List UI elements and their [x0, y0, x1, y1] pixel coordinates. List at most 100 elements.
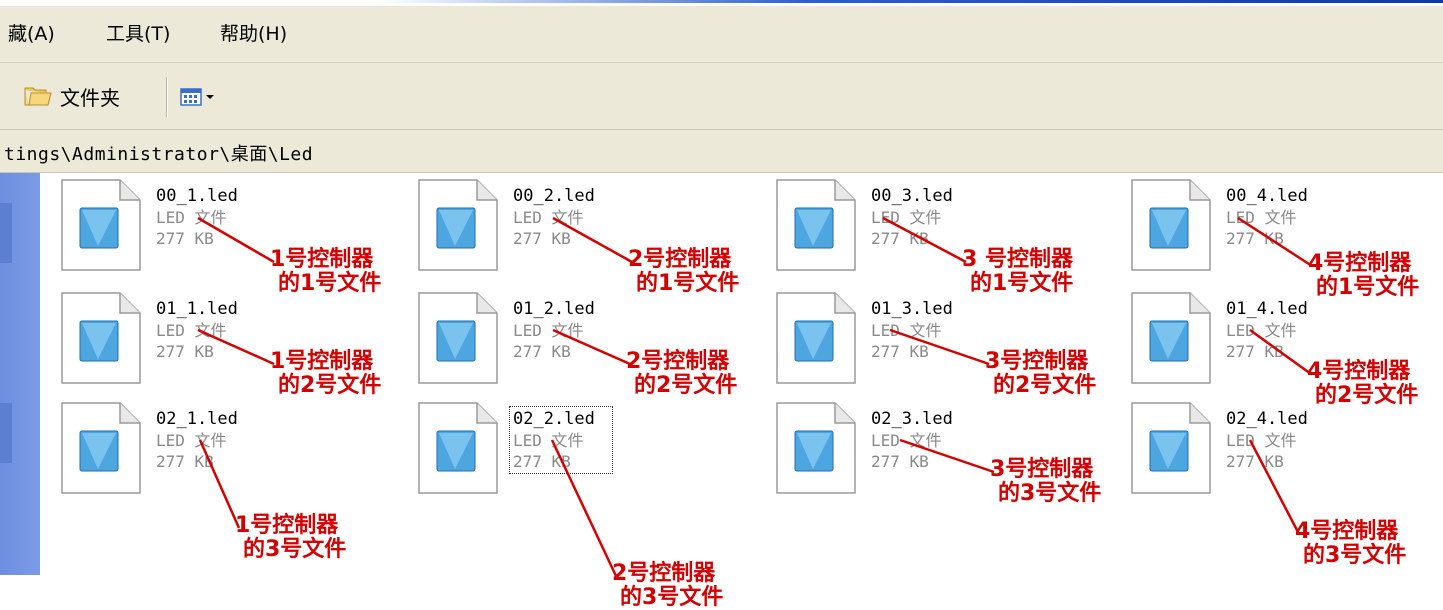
dropdown-arrow-icon [206, 95, 214, 99]
annotation-line-2: 的3号文件 [998, 481, 1102, 506]
annotation-line-1: 3号控制器 [990, 457, 1094, 482]
led-file-icon [776, 292, 856, 384]
led-file-icon [1131, 402, 1211, 494]
annotation-line-2: 的2号文件 [278, 373, 382, 398]
led-file-icon [61, 179, 141, 271]
file-name: 02_1.led [156, 409, 238, 429]
task-pane-notch [0, 403, 12, 463]
file-size: 277 KB [513, 452, 571, 471]
annotation-line-2: 的2号文件 [634, 373, 738, 398]
annotation-label: 2号控制器 的1号文件 [628, 248, 739, 296]
annotation-line-2: 的1号文件 [1316, 275, 1420, 300]
file-name: 01_3.led [871, 299, 953, 319]
file-size: 277 KB [156, 452, 214, 471]
annotation-label: 1号控制器 的2号文件 [270, 350, 381, 398]
title-bar-fragment [380, 0, 1443, 3]
file-name: 01_2.led [513, 299, 595, 319]
annotation-label: 2号控制器 的3号文件 [612, 562, 723, 610]
annotation-line-1: 1号控制器 [270, 247, 374, 272]
led-file-icon [1131, 292, 1211, 384]
file-name: 01_4.led [1226, 299, 1308, 319]
address-path: tings\Administrator\桌面\Led [4, 144, 314, 165]
annotation-line-2: 的1号文件 [278, 271, 382, 296]
task-pane [0, 173, 42, 575]
file-size: 277 KB [1226, 342, 1284, 361]
file-size: 277 KB [1226, 452, 1284, 471]
annotation-label: 3 号控制器 的1号文件 [962, 248, 1073, 296]
file-name: 02_2.led [513, 409, 595, 429]
file-type: LED 文件 [513, 431, 584, 450]
led-file-icon [1131, 179, 1211, 271]
annotation-line-2: 的2号文件 [1315, 383, 1419, 408]
file-size: 277 KB [1226, 229, 1284, 248]
folders-button[interactable]: 文件夹 [24, 81, 120, 111]
led-file-icon [61, 292, 141, 384]
annotation-label: 2号控制器 的2号文件 [626, 350, 737, 398]
file-item[interactable]: 02_1.led LED 文件 277 KB [58, 401, 398, 501]
annotation-label: 1号控制器 的1号文件 [270, 248, 381, 296]
file-size: 277 KB [513, 342, 571, 361]
toolbar: 文件夹 [0, 63, 1443, 130]
annotation-line-1: 1号控制器 [235, 513, 339, 538]
annotation-line-2: 的2号文件 [993, 373, 1097, 398]
annotation-line-1: 3号控制器 [985, 349, 1089, 374]
annotation-line-1: 2号控制器 [626, 349, 730, 374]
file-size: 277 KB [513, 229, 571, 248]
file-name: 02_3.led [871, 409, 953, 429]
file-type: LED 文件 [871, 208, 942, 227]
annotation-label: 3号控制器 的2号文件 [985, 350, 1096, 398]
annotation-line-2: 的1号文件 [636, 271, 740, 296]
file-type: LED 文件 [1226, 321, 1297, 340]
file-name: 00_3.led [871, 186, 953, 206]
file-type: LED 文件 [1226, 431, 1297, 450]
led-file-icon [418, 402, 498, 494]
file-size: 277 KB [156, 342, 214, 361]
file-size: 277 KB [871, 342, 929, 361]
annotation-label: 3号控制器 的3号文件 [990, 458, 1101, 506]
annotation-label: 4号控制器 的3号文件 [1295, 520, 1406, 568]
file-name: 00_4.led [1226, 186, 1308, 206]
address-bar[interactable]: tings\Administrator\桌面\Led [0, 130, 1443, 173]
annotation-label: 4号控制器 的2号文件 [1307, 360, 1418, 408]
views-button[interactable] [180, 83, 215, 111]
led-file-icon [61, 402, 141, 494]
file-type: LED 文件 [513, 321, 584, 340]
annotation-line-1: 3 号控制器 [962, 247, 1073, 272]
annotation-line-2: 的3号文件 [243, 537, 347, 562]
toolbar-separator [166, 77, 167, 117]
file-name: 02_4.led [1226, 409, 1308, 429]
file-type: LED 文件 [513, 208, 584, 227]
menu-tools[interactable]: 工具(T) [106, 23, 170, 45]
led-file-icon [776, 402, 856, 494]
file-size: 277 KB [871, 452, 929, 471]
file-size: 277 KB [871, 229, 929, 248]
file-type: LED 文件 [1226, 208, 1297, 227]
annotation-line-1: 1号控制器 [270, 349, 374, 374]
annotation-line-1: 2号控制器 [628, 247, 732, 272]
menu-favorites[interactable]: 藏(A) [8, 23, 55, 45]
menu-help[interactable]: 帮助(H) [220, 23, 287, 45]
file-name: 00_2.led [513, 186, 595, 206]
annotation-label: 4号控制器 的1号文件 [1308, 252, 1419, 300]
led-file-icon [418, 292, 498, 384]
folders-label: 文件夹 [60, 85, 120, 110]
file-size: 277 KB [156, 229, 214, 248]
views-icon [180, 88, 202, 106]
led-file-icon [776, 179, 856, 271]
file-type: LED 文件 [871, 431, 942, 450]
menu-bar: 藏(A) 工具(T) 帮助(H) [0, 6, 1443, 63]
annotation-label: 1号控制器 的3号文件 [235, 514, 346, 562]
file-type: LED 文件 [156, 321, 227, 340]
file-item[interactable]: 02_4.led LED 文件 277 KB [1128, 401, 1443, 501]
annotation-line-1: 2号控制器 [612, 561, 716, 586]
file-item[interactable]: 02_2.led LED 文件 277 KB [415, 401, 755, 501]
file-type: LED 文件 [871, 321, 942, 340]
task-pane-notch [0, 203, 12, 263]
led-file-icon [418, 179, 498, 271]
annotation-line-1: 4号控制器 [1308, 251, 1412, 276]
file-name: 01_1.led [156, 299, 238, 319]
annotation-line-2: 的1号文件 [970, 271, 1074, 296]
annotation-line-1: 4号控制器 [1295, 519, 1399, 544]
annotation-line-2: 的3号文件 [1303, 543, 1407, 568]
file-name: 00_1.led [156, 186, 238, 206]
